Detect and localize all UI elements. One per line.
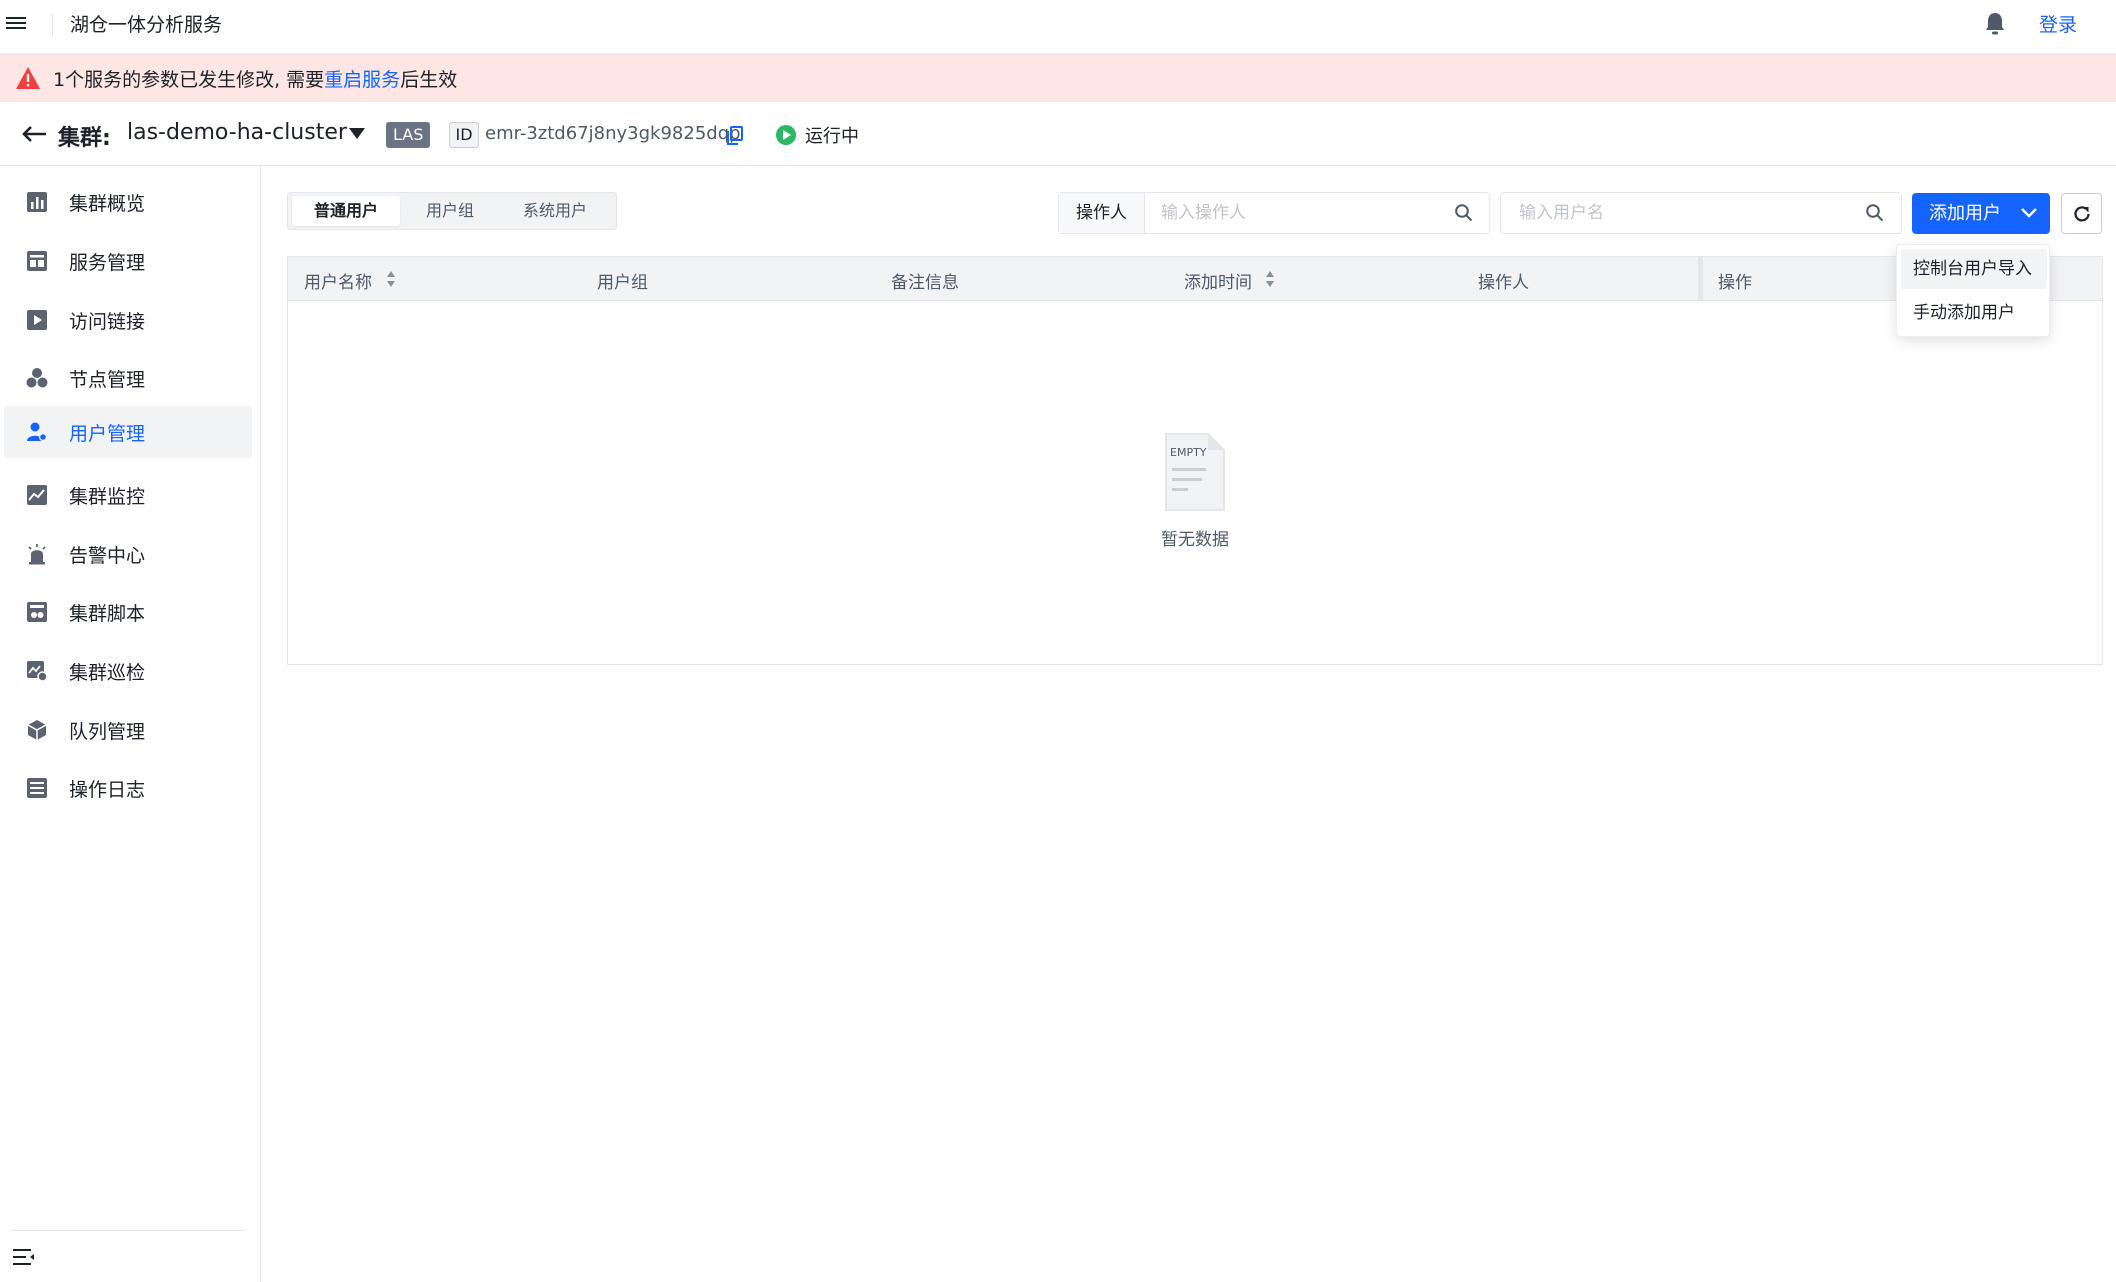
user-settings-icon [27,422,47,441]
alert-suffix: 后生效 [400,69,458,91]
queue-icon [27,720,47,740]
column-divider [1698,257,1703,301]
inspection-icon [27,661,48,682]
search-icon[interactable] [1454,203,1473,222]
cluster-switch-caret-icon[interactable] [349,128,365,139]
add-user-dropdown: 控制台用户导入 手动添加用户 [1896,244,2050,337]
tab-system-users[interactable]: 系统用户 [500,196,610,226]
collapse-sidebar-icon[interactable] [12,1246,36,1268]
sidebar-item-queues[interactable]: 队列管理 [4,704,252,756]
bell-icon[interactable] [1983,11,2007,37]
column-header-remarks: 备注信息 [891,273,959,293]
sidebar-item-users[interactable]: 用户管理 [4,406,252,458]
alert-message: 1个服务的参数已发生修改, 需要重启服务后生效 [53,65,457,92]
sidebar-item-services[interactable]: 服务管理 [4,235,252,287]
dropdown-item-console-import[interactable]: 控制台用户导入 [1901,249,2047,289]
tab-user-groups[interactable]: 用户组 [405,196,495,226]
monitor-icon [27,485,47,505]
operator-prefix-label: 操作人 [1059,193,1145,233]
sidebar-item-label: 集群巡检 [69,662,146,684]
add-user-label: 添加用户 [1929,203,2001,224]
sort-icon[interactable] [1265,270,1275,288]
search-icon[interactable] [1865,203,1884,222]
users-table: 用户名称 用户组 备注信息 添加时间 操作人 操作 EMPTY 暂无数据 [287,256,2103,665]
login-link[interactable]: 登录 [2039,10,2077,37]
top-bar: 湖仓一体分析服务 登录 [0,0,2116,54]
empty-image-label: EMPTY [1170,446,1207,459]
column-header-operator: 操作人 [1478,273,1529,293]
sidebar-item-operation-logs[interactable]: 操作日志 [4,762,252,814]
sidebar-item-alarms[interactable]: 告警中心 [4,528,252,580]
column-header-actions: 操作 [1718,273,1752,293]
user-type-tabs: 普通用户 用户组 系统用户 [287,192,617,230]
column-header-username: 用户名称 [304,273,372,293]
back-arrow-icon[interactable] [20,122,48,146]
empty-state-text: 暂无数据 [1161,530,1229,550]
username-search [1500,192,1902,234]
tab-regular-users[interactable]: 普通用户 [292,196,400,226]
id-label: ID [449,122,479,148]
empty-document-icon: EMPTY [1165,433,1225,511]
sidebar-item-label: 队列管理 [69,721,146,743]
divider [10,1230,245,1231]
bar-chart-icon [27,192,47,212]
sidebar-item-scripts[interactable]: 集群脚本 [4,586,252,638]
cluster-status: 运行中 [805,126,859,147]
add-user-button[interactable]: 添加用户 [1912,193,2050,234]
sidebar-item-access-links[interactable]: 访问链接 [4,294,252,346]
sidebar-item-label: 集群脚本 [69,603,146,625]
nodes-icon [26,368,48,388]
copy-icon[interactable] [726,126,743,145]
sidebar-item-label: 用户管理 [69,423,146,445]
sidebar-item-label: 节点管理 [69,369,146,391]
chevron-down-icon [2021,208,2037,218]
operator-search: 操作人 [1058,192,1490,234]
play-link-icon [27,310,47,330]
sidebar-item-nodes[interactable]: 节点管理 [4,352,252,404]
cluster-name: las-demo-ha-cluster [127,120,347,145]
sidebar: 集群概览 服务管理 访问链接 节点管理 用户管理 集群监控 告警中心 集群脚本 … [0,166,261,1282]
sidebar-item-label: 操作日志 [69,779,146,801]
sidebar-item-overview[interactable]: 集群概览 [4,176,252,228]
alarm-icon [28,544,46,565]
running-status-icon [776,125,796,145]
alert-banner: 1个服务的参数已发生修改, 需要重启服务后生效 [0,54,2116,102]
sidebar-item-label: 集群概览 [69,193,146,215]
cluster-id-value: emr-3ztd67j8ny3gk9825dqp [485,123,741,144]
warning-icon [16,67,40,89]
dropdown-item-manual-add[interactable]: 手动添加用户 [1901,293,2047,333]
log-icon [27,778,47,798]
app-title: 湖仓一体分析服务 [70,14,223,36]
alert-prefix: 1个服务的参数已发生修改, 需要 [53,69,325,91]
sidebar-item-label: 服务管理 [69,252,146,274]
table-header: 用户名称 用户组 备注信息 添加时间 操作人 操作 [288,257,2102,301]
username-input[interactable] [1519,202,1859,224]
sidebar-item-label: 告警中心 [69,545,146,567]
cluster-type-tag: LAS [386,122,431,148]
sidebar-item-label: 集群监控 [69,486,146,508]
divider [52,14,53,36]
hamburger-menu-icon[interactable] [6,14,26,34]
sidebar-item-inspection[interactable]: 集群巡检 [4,645,252,697]
column-header-user-group: 用户组 [597,273,648,293]
sidebar-item-label: 访问链接 [69,311,146,333]
cluster-header: 集群: las-demo-ha-cluster LAS ID emr-3ztd6… [0,102,2116,166]
cluster-label: 集群: [58,126,111,151]
sort-icon[interactable] [386,270,396,288]
column-header-added-time: 添加时间 [1184,273,1252,293]
sidebar-item-monitoring[interactable]: 集群监控 [4,469,252,521]
service-icon [27,251,47,271]
refresh-button[interactable] [2061,193,2102,234]
restart-service-link[interactable]: 重启服务 [324,69,400,91]
script-icon [27,602,47,622]
operator-input[interactable] [1161,202,1451,224]
refresh-icon [2074,206,2090,222]
